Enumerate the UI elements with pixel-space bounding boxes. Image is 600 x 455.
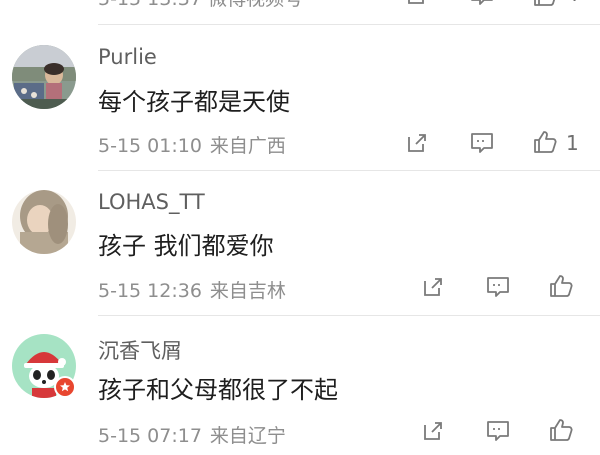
comment-time: 5-15 12:36 bbox=[98, 280, 202, 302]
divider bbox=[98, 315, 600, 316]
like-icon bbox=[550, 419, 573, 441]
like-button[interactable] bbox=[530, 127, 560, 157]
username[interactable]: 沉香飞屑 bbox=[98, 335, 182, 365]
comment-location: 来自广西 bbox=[209, 135, 286, 157]
divider bbox=[98, 24, 600, 25]
avatar[interactable] bbox=[12, 190, 76, 254]
divider bbox=[98, 170, 600, 171]
like-count: 1 bbox=[566, 131, 579, 155]
comment-meta: 5-15 12:36 来自吉林 bbox=[98, 276, 286, 303]
share-button[interactable] bbox=[402, 0, 432, 10]
like-button[interactable] bbox=[530, 0, 560, 10]
comment-text: 每个孩子都是天使 bbox=[98, 88, 290, 116]
share-button[interactable] bbox=[418, 272, 448, 302]
comment-button[interactable] bbox=[483, 416, 513, 446]
like-icon bbox=[534, 131, 557, 153]
share-icon bbox=[408, 0, 424, 4]
comment-icon bbox=[487, 421, 509, 441]
verified-badge bbox=[54, 376, 76, 398]
share-icon bbox=[424, 278, 442, 296]
comment-button[interactable] bbox=[467, 0, 497, 10]
comment-location: 来自吉林 bbox=[209, 280, 286, 302]
comment-icon bbox=[487, 277, 509, 297]
share-button[interactable] bbox=[418, 416, 448, 446]
like-icon bbox=[534, 0, 556, 6]
partial-comment-row: 5-15 13:37 微博视频号 4 bbox=[0, 0, 600, 11]
username[interactable]: LOHAS_TT bbox=[98, 190, 205, 214]
comment-text: 孩子和父母都很了不起 bbox=[98, 376, 338, 404]
comment-text: 孩子 我们都爱你 bbox=[98, 232, 274, 260]
comment-icon bbox=[471, 133, 493, 153]
like-button[interactable] bbox=[546, 271, 576, 301]
comment-button[interactable] bbox=[467, 128, 497, 158]
comment-meta-text: 5-15 13:37 微博视频号 bbox=[98, 0, 303, 10]
like-icon bbox=[550, 275, 573, 297]
comment-icon bbox=[471, 0, 493, 5]
comment-button[interactable] bbox=[483, 272, 513, 302]
star-icon bbox=[60, 382, 70, 392]
like-button[interactable] bbox=[546, 415, 576, 445]
comment-time: 5-15 01:10 bbox=[98, 135, 202, 157]
comment-meta: 5-15 01:10 来自广西 bbox=[98, 131, 286, 158]
share-button[interactable] bbox=[402, 128, 432, 158]
comment-meta: 5-15 13:37 微博视频号 bbox=[98, 0, 303, 11]
comment-time: 5-15 07:17 bbox=[98, 425, 202, 447]
like-count: 4 bbox=[566, 0, 579, 6]
avatar[interactable] bbox=[12, 45, 76, 109]
username[interactable]: Purlie bbox=[98, 45, 157, 69]
comment-meta: 5-15 07:17 来自辽宁 bbox=[98, 421, 286, 448]
comment-location: 来自辽宁 bbox=[209, 425, 286, 447]
share-icon bbox=[408, 134, 426, 152]
share-icon bbox=[424, 422, 442, 440]
